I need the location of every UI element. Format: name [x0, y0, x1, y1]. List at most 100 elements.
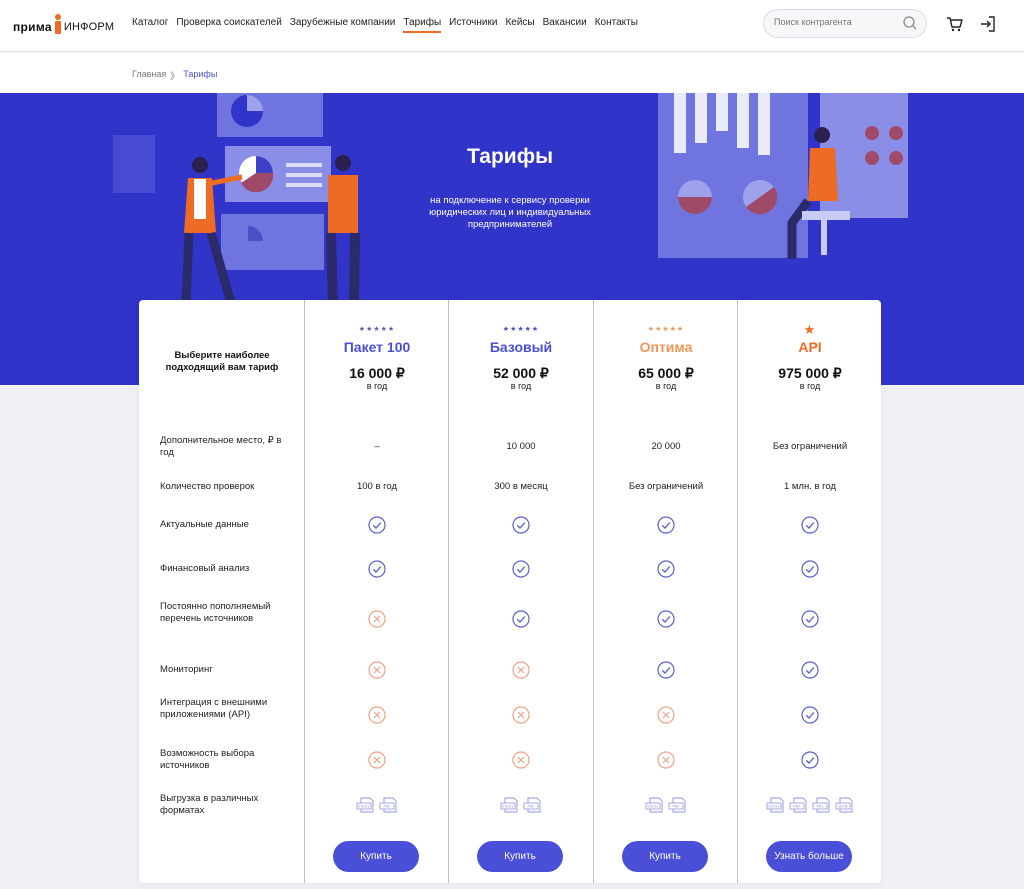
logo-text-light: ИНФОРМ — [63, 21, 115, 33]
plan-header: ★ API 975 000 ₽ в год — [738, 300, 882, 420]
search-input[interactable] — [774, 17, 894, 27]
plan-stars: ★ — [803, 322, 817, 337]
svg-text:EXCEL: EXCEL — [647, 805, 658, 809]
export-formats: EXCEL PDF XML JSON — [766, 797, 855, 818]
nav-contacts[interactable]: Контакты — [595, 17, 638, 33]
cross-icon — [657, 751, 675, 769]
check-icon — [657, 516, 675, 534]
logo-text-bold: прима — [13, 20, 52, 34]
plan-stars: ★★★★★ — [647, 326, 685, 333]
plan-header: ★★★★★ Оптима 65 000 ₽ в год — [594, 300, 738, 420]
nav-catalog[interactable]: Каталог — [132, 17, 168, 33]
svg-text:PDF: PDF — [672, 805, 679, 809]
pdf-file-icon: PDF — [379, 797, 399, 818]
cross-icon — [657, 706, 675, 724]
row-value: Без ограничений — [772, 441, 848, 452]
check-icon — [368, 560, 386, 578]
row-label: Интеграция с внешними приложениями (API) — [160, 697, 268, 720]
row-label: Актуальные данные — [160, 519, 249, 530]
check-icon — [657, 560, 675, 578]
breadcrumb-home[interactable]: Главная — [132, 69, 166, 82]
export-formats: EXCEL PDF — [645, 797, 688, 818]
row-value: 10 000 — [506, 441, 536, 452]
plan-price: 16 000 ₽ — [349, 365, 405, 381]
row-label: Возможность выбора источников — [160, 748, 255, 771]
plan-period: в год — [655, 381, 677, 391]
logo-i-mark — [53, 14, 63, 36]
svg-text:EXCEL: EXCEL — [502, 805, 513, 809]
plan-period: в год — [366, 381, 388, 391]
row-value: 20 000 — [651, 441, 681, 452]
plan-name: Оптима — [639, 339, 693, 355]
nav-tariffs[interactable]: Тарифы — [403, 17, 442, 33]
xml-file-icon: XML — [812, 797, 832, 818]
plan-stars: ★★★★★ — [502, 326, 540, 333]
plan-name: Пакет 100 — [343, 339, 411, 355]
pdf-file-icon: PDF — [789, 797, 809, 818]
svg-text:PDF: PDF — [793, 805, 800, 809]
check-icon — [657, 661, 675, 679]
cross-icon — [512, 751, 530, 769]
breadcrumb-current: Тарифы — [183, 69, 218, 79]
cross-icon — [512, 661, 530, 679]
buy-button[interactable]: Купить — [477, 841, 563, 872]
export-formats: EXCEL PDF — [500, 797, 543, 818]
cross-icon — [368, 661, 386, 679]
login-icon[interactable] — [979, 15, 997, 33]
svg-text:PDF: PDF — [383, 805, 390, 809]
row-label: Финансовый анализ — [160, 563, 250, 574]
row-value: 100 в год — [356, 481, 398, 492]
pdf-file-icon: PDF — [668, 797, 688, 818]
excel-file-icon: EXCEL — [766, 797, 786, 818]
svg-text:EXCEL: EXCEL — [358, 805, 369, 809]
buy-button[interactable]: Купить — [333, 841, 419, 872]
check-icon — [801, 751, 819, 769]
row-label: Выгрузка в различных форматах — [160, 793, 259, 816]
svg-text:JSON: JSON — [838, 805, 848, 809]
breadcrumb-separator: 》 — [170, 71, 180, 81]
cross-icon — [368, 610, 386, 628]
row-value: – — [374, 441, 380, 452]
row-label: Мониторинг — [160, 664, 213, 675]
hero-subtitle: на подключение к сервису проверки юридич… — [429, 195, 591, 230]
plan-name: Базовый — [489, 339, 553, 355]
plan-period: в год — [510, 381, 532, 391]
cart-icon[interactable] — [946, 15, 964, 33]
row-label: Дополнительное место, ₽ в год — [160, 435, 282, 458]
search-icon[interactable] — [902, 15, 918, 31]
plan-price: 975 000 ₽ — [778, 365, 842, 381]
check-icon — [512, 610, 530, 628]
row-label: Количество проверок — [160, 481, 255, 492]
check-icon — [512, 516, 530, 534]
row-label: Постоянно пополняемый перечень источнико… — [160, 601, 271, 624]
plan-header: ★★★★★ Базовый 52 000 ₽ в год — [449, 300, 593, 420]
learn-more-button[interactable]: Узнать больше — [766, 841, 852, 872]
plan-name: API — [798, 339, 822, 355]
row-value: 1 млн. в год — [783, 481, 837, 492]
check-icon — [801, 516, 819, 534]
check-icon — [801, 661, 819, 679]
svg-text:PDF: PDF — [527, 805, 534, 809]
nav-sources[interactable]: Источники — [449, 17, 497, 33]
breadcrumb: Главная 》 Тарифы — [132, 69, 217, 82]
check-icon — [657, 610, 675, 628]
nav-foreign-companies[interactable]: Зарубежные компании — [290, 17, 396, 33]
row-value: Без ограничений — [628, 481, 704, 492]
logo[interactable]: прима ИНФОРМ — [13, 10, 114, 36]
excel-file-icon: EXCEL — [500, 797, 520, 818]
search-box — [763, 9, 927, 38]
buy-button[interactable]: Купить — [622, 841, 708, 872]
svg-text:XML: XML — [816, 805, 824, 809]
export-formats: EXCEL PDF — [356, 797, 399, 818]
cross-icon — [368, 706, 386, 724]
check-icon — [512, 560, 530, 578]
row-value: 300 в месяц — [494, 481, 548, 492]
main-nav: Каталог Проверка соискателей Зарубежные … — [132, 17, 646, 33]
nav-vacancies[interactable]: Вакансии — [543, 17, 587, 33]
nav-candidate-check[interactable]: Проверка соискателей — [176, 17, 281, 33]
nav-cases[interactable]: Кейсы — [505, 17, 534, 33]
cross-icon — [512, 706, 530, 724]
check-icon — [368, 516, 386, 534]
plan-header: ★★★★★ Пакет 100 16 000 ₽ в год — [305, 300, 449, 420]
pricing-table: Выберите наиболее подходящий вам тариф ★… — [139, 300, 881, 883]
